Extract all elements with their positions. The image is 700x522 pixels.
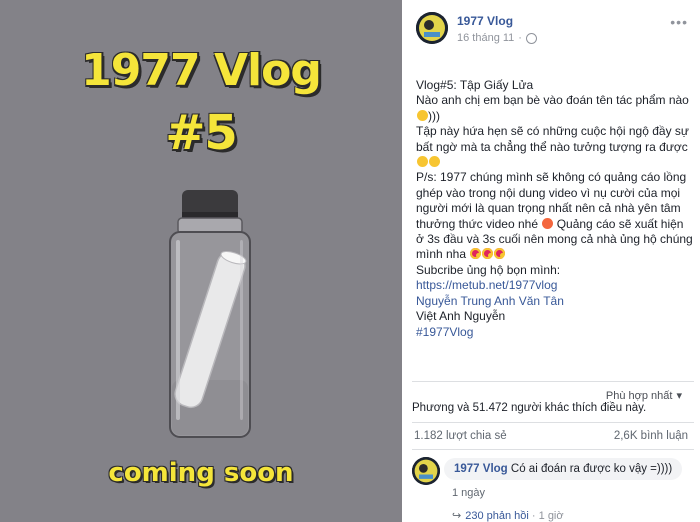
post-line: Tập này hứa hẹn sẽ có những cuộc hội ngộ…	[416, 124, 694, 170]
post-line: Vlog#5: Tập Giấy Lửa	[416, 78, 534, 92]
post-line: Nào anh chị em bạn bè vào đoán tên tác p…	[416, 93, 689, 108]
shares-count[interactable]: 1.182 lượt chia sẻ	[414, 430, 507, 442]
globe-icon	[525, 32, 537, 44]
profile-link[interactable]: Nguyễn Trung Anh Văn Tân	[416, 294, 564, 308]
comment-timestamp[interactable]: 1 ngày	[452, 487, 485, 499]
avatar-image	[412, 457, 440, 485]
channel-link[interactable]: https://metub.net/1977vlog	[416, 278, 557, 292]
comment-avatar[interactable]	[412, 457, 440, 485]
hashtag-link[interactable]: #1977Vlog	[416, 325, 473, 339]
love-face-emoji-icon	[542, 217, 554, 229]
grin-emoji-icon	[429, 156, 440, 168]
glass-bottle-illustration	[169, 190, 251, 438]
thumbnail-episode: #5	[165, 105, 238, 161]
heart-eyes-emoji-icon	[482, 248, 494, 260]
page-avatar[interactable]	[416, 12, 448, 44]
divider	[412, 449, 694, 450]
heart-eyes-emoji-icon	[470, 248, 482, 260]
avatar-image	[416, 12, 448, 44]
comment-author-link[interactable]: 1977 Vlog	[454, 463, 508, 475]
post-line: P/s: 1977 chúng mình sẽ không có quảng c…	[416, 170, 693, 262]
smile-emoji-icon	[417, 109, 428, 121]
sort-dropdown[interactable]: Phù hợp nhất ▾	[605, 389, 682, 403]
thumbnail-title: 1977 Vlog	[81, 45, 322, 96]
coming-soon-caption: coming soon	[108, 458, 294, 488]
chevron-down-icon: ▾	[676, 390, 682, 402]
post-line: Subcribe ủng hộ bọn mình:	[416, 262, 561, 277]
reply-arrow-icon: ↪	[452, 510, 462, 522]
divider	[412, 381, 694, 382]
post-date[interactable]: 16 tháng 11	[457, 32, 514, 44]
replies-time: 1 giờ	[538, 510, 564, 522]
divider	[412, 422, 694, 423]
comments-count[interactable]: 2,6K bình luận	[614, 430, 688, 442]
reactions-summary[interactable]: Phương và 51.472 người khác thích điều n…	[412, 402, 646, 414]
grin-emoji-icon	[417, 156, 428, 168]
post-line: )))	[416, 109, 694, 124]
more-dots-icon[interactable]: •••	[670, 14, 688, 30]
replies-count: 230 phản hồi	[465, 510, 529, 522]
post-meta: 16 tháng 11 ·	[457, 32, 537, 44]
page-name-link[interactable]: 1977 Vlog	[457, 14, 513, 28]
post-line: Việt Anh Nguyễn	[416, 309, 506, 324]
sort-label: Phù hợp nhất	[605, 389, 673, 402]
post-panel: 1977 Vlog 16 tháng 11 · ••• Vlog#5: Tập …	[402, 0, 700, 522]
post-text: Vlog#5: Tập Giấy Lửa Nào anh chị em bạn …	[416, 78, 694, 340]
video-thumbnail[interactable]: 1977 Vlog #5 coming soon	[0, 0, 402, 522]
heart-eyes-emoji-icon	[494, 248, 506, 260]
comment-bubble: 1977 Vlog Có ai đoán ra được ko vậy =)))…	[444, 458, 683, 480]
comment-text: Có ai đoán ra được ko vậy =))))	[510, 463, 673, 475]
view-replies-link[interactable]: ↪ 230 phản hồi · 1 giờ	[452, 509, 564, 522]
